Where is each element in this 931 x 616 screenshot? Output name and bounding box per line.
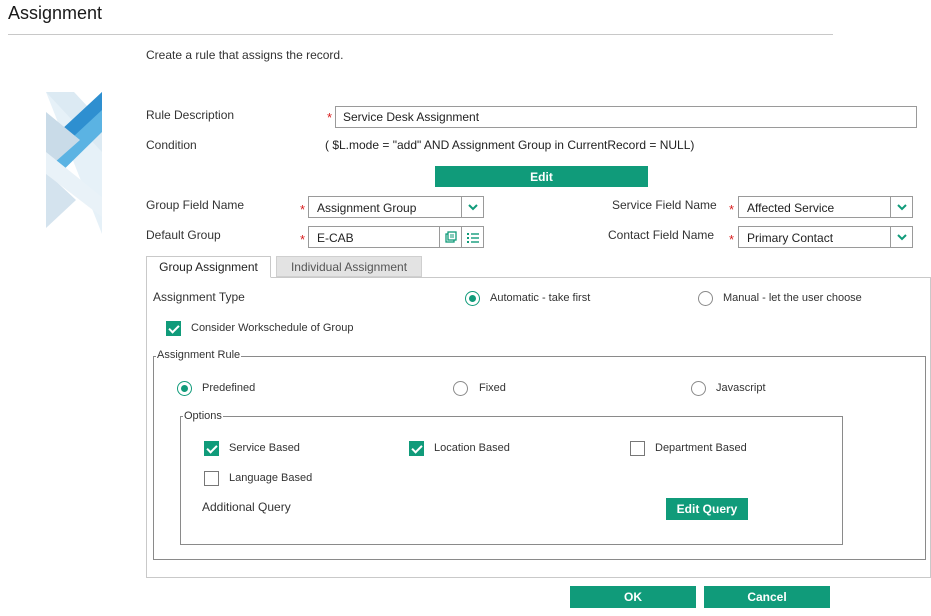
condition-expression: ( $L.mode = "add" AND Assignment Group i… [325, 138, 695, 152]
chevron-down-icon[interactable] [890, 227, 912, 247]
location-based-checkbox[interactable] [409, 441, 424, 456]
default-group-label: Default Group [146, 228, 221, 242]
rule-description-label: Rule Description [146, 108, 235, 122]
required-marker: * [729, 232, 735, 247]
group-field-name-select[interactable]: Assignment Group [308, 196, 484, 218]
edit-query-button[interactable]: Edit Query [666, 498, 748, 520]
contact-field-name-select[interactable]: Primary Contact [738, 226, 913, 248]
radio-fixed-label: Fixed [479, 382, 506, 394]
radio-automatic-label: Automatic - take first [490, 292, 591, 304]
service-based-checkbox[interactable] [204, 441, 219, 456]
required-marker: * [300, 232, 306, 247]
radio-automatic[interactable] [465, 291, 480, 306]
cancel-button[interactable]: Cancel [704, 586, 830, 608]
required-marker: * [327, 110, 333, 125]
default-group-value: E-CAB [317, 231, 354, 245]
brand-logo-icon [46, 92, 102, 234]
radio-fixed[interactable] [453, 381, 468, 396]
title-divider [8, 34, 833, 35]
radio-javascript-label: Javascript [716, 382, 766, 394]
ok-button[interactable]: OK [570, 586, 696, 608]
assignment-type-label: Assignment Type [153, 290, 245, 304]
options-legend: Options [183, 410, 223, 422]
chevron-down-icon[interactable] [461, 197, 483, 217]
required-marker: * [729, 202, 735, 217]
page-subtitle: Create a rule that assigns the record. [146, 48, 344, 62]
chevron-down-icon[interactable] [890, 197, 912, 217]
lookup-form-icon[interactable] [439, 227, 461, 247]
service-field-name-label: Service Field Name [612, 198, 717, 212]
service-based-label: Service Based [229, 442, 300, 454]
contact-field-name-value: Primary Contact [747, 231, 834, 245]
radio-javascript[interactable] [691, 381, 706, 396]
department-based-checkbox[interactable] [630, 441, 645, 456]
group-field-name-label: Group Field Name [146, 198, 245, 212]
tab-group-assignment[interactable]: Group Assignment [146, 256, 271, 278]
default-group-input[interactable]: E-CAB [308, 226, 484, 248]
assignment-rule-legend: Assignment Rule [156, 349, 242, 361]
language-based-checkbox[interactable] [204, 471, 219, 486]
contact-field-name-label: Contact Field Name [608, 228, 715, 242]
rule-description-input[interactable]: Service Desk Assignment [335, 106, 917, 128]
group-field-name-value: Assignment Group [317, 201, 417, 215]
location-based-label: Location Based [434, 442, 510, 454]
service-field-name-select[interactable]: Affected Service [738, 196, 913, 218]
radio-manual[interactable] [698, 291, 713, 306]
language-based-label: Language Based [229, 472, 313, 484]
service-field-name-value: Affected Service [747, 201, 835, 215]
consider-workschedule-checkbox[interactable] [166, 321, 181, 336]
edit-condition-button[interactable]: Edit [435, 166, 648, 187]
radio-manual-label: Manual - let the user choose [723, 292, 862, 304]
radio-predefined-label: Predefined [202, 382, 256, 394]
tab-individual-assignment[interactable]: Individual Assignment [276, 256, 422, 277]
additional-query-label: Additional Query [202, 500, 291, 514]
department-based-label: Department Based [655, 442, 747, 454]
radio-predefined[interactable] [177, 381, 192, 396]
list-icon[interactable] [461, 227, 483, 247]
required-marker: * [300, 202, 306, 217]
consider-workschedule-label: Consider Workschedule of Group [191, 322, 354, 334]
condition-label: Condition [146, 138, 197, 152]
page-title: Assignment [8, 3, 103, 23]
